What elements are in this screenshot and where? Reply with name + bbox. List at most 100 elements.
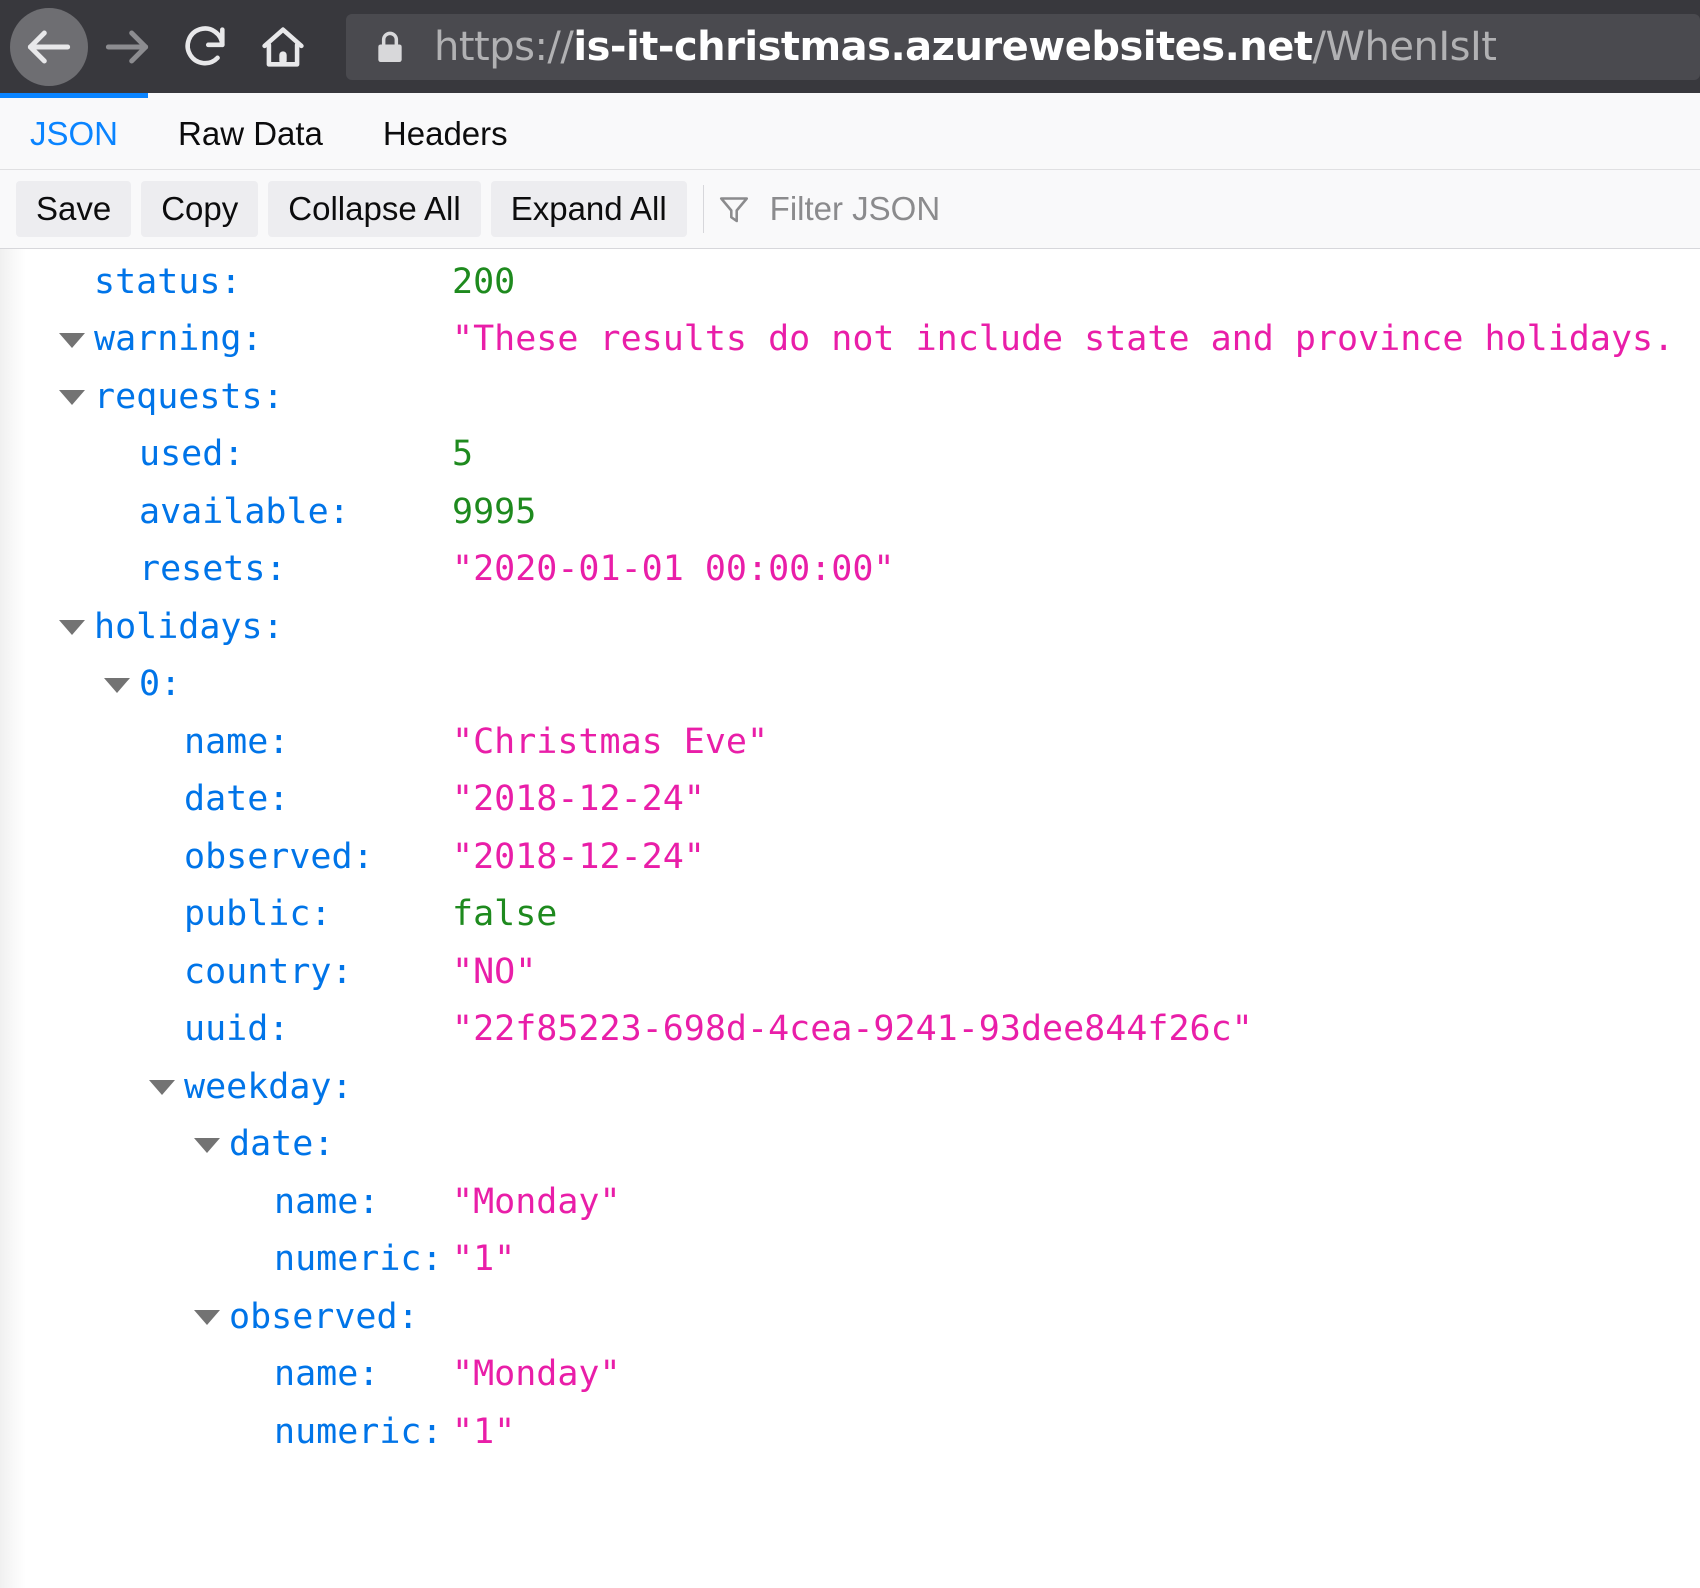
json-row[interactable]: holidays: xyxy=(0,598,1700,656)
json-row-label: weekday: xyxy=(0,1067,353,1107)
json-key: numeric: xyxy=(274,1411,443,1452)
json-value: 200 xyxy=(452,261,516,302)
json-key: available: xyxy=(139,491,350,532)
browser-window: https://is-it-christmas.azurewebsites.ne… xyxy=(0,0,1700,1588)
home-icon xyxy=(257,21,309,73)
json-row[interactable]: 0: xyxy=(0,656,1700,714)
json-key: observed: xyxy=(229,1296,419,1337)
json-key: numeric: xyxy=(274,1239,443,1280)
tab-json[interactable]: JSON xyxy=(0,93,149,169)
json-row-label: name: xyxy=(0,1182,379,1222)
json-row-label: name: xyxy=(0,1354,379,1394)
tab-raw-data[interactable]: Raw Data xyxy=(148,93,353,169)
json-key: 0: xyxy=(139,664,182,705)
json-key: date: xyxy=(184,779,290,820)
json-row[interactable]: public: false xyxy=(0,886,1700,944)
json-row[interactable]: requests: xyxy=(0,368,1700,426)
json-key: uuid: xyxy=(184,1009,290,1050)
json-key: used: xyxy=(139,434,245,475)
expand-triangle-icon[interactable] xyxy=(104,677,130,693)
json-row[interactable]: weekday: xyxy=(0,1058,1700,1116)
json-value: "1" xyxy=(452,1411,516,1452)
json-key: status: xyxy=(94,261,242,302)
expand-all-button[interactable]: Expand All xyxy=(490,181,687,237)
json-row-label: name: xyxy=(0,722,289,762)
json-key: holidays: xyxy=(94,606,284,647)
json-row[interactable]: resets: "2020-01-01 00:00:00" xyxy=(0,541,1700,599)
json-rows: status: 200 warning: "These results do not … xyxy=(0,249,1700,1461)
json-key: country: xyxy=(184,951,353,992)
json-row[interactable]: name: "Monday" xyxy=(0,1346,1700,1404)
json-key: name: xyxy=(274,1181,380,1222)
navigation-toolbar: https://is-it-christmas.azurewebsites.ne… xyxy=(0,0,1700,93)
json-row[interactable]: numeric: "1" xyxy=(0,1403,1700,1461)
json-key: warning: xyxy=(94,319,263,360)
reload-button[interactable] xyxy=(166,8,244,86)
json-row[interactable]: uuid: "22f85223-698d-4cea-9241-93dee844f2… xyxy=(0,1001,1700,1059)
json-key: resets: xyxy=(139,549,287,590)
reload-icon xyxy=(179,21,231,73)
json-value: "1" xyxy=(452,1239,516,1280)
url-scheme: https:// xyxy=(434,23,574,70)
json-toolbar: Save Copy Collapse All Expand All Filter… xyxy=(0,170,1700,249)
json-row-label: 0: xyxy=(0,664,181,704)
json-row[interactable]: observed: "2018-12-24" xyxy=(0,828,1700,886)
json-value: 5 xyxy=(452,434,474,475)
expand-triangle-icon[interactable] xyxy=(59,332,85,348)
json-row-label: numeric: xyxy=(0,1412,443,1452)
json-row[interactable]: date: xyxy=(0,1116,1700,1174)
json-row[interactable]: date: "2018-12-24" xyxy=(0,771,1700,829)
json-value: "NO" xyxy=(452,951,537,992)
json-row-label: status: xyxy=(0,262,242,302)
viewer-tabs: JSON Raw Data Headers xyxy=(0,93,1700,170)
json-row[interactable]: country: "NO" xyxy=(0,943,1700,1001)
url-path: /WhenIsIt xyxy=(1312,23,1497,70)
json-key: public: xyxy=(184,894,332,935)
json-value: false xyxy=(452,894,558,935)
json-row-label: public: xyxy=(0,894,332,934)
tab-headers[interactable]: Headers xyxy=(353,93,538,169)
json-value: 9995 xyxy=(452,491,537,532)
filter-placeholder-text: Filter JSON xyxy=(769,190,941,227)
collapse-all-button[interactable]: Collapse All xyxy=(268,181,481,237)
url-text: https://is-it-christmas.azurewebsites.ne… xyxy=(434,23,1497,70)
json-row[interactable]: numeric: "1" xyxy=(0,1231,1700,1289)
json-value: "These results do not include state and … xyxy=(452,319,1675,360)
expand-triangle-icon[interactable] xyxy=(59,620,85,636)
expand-triangle-icon[interactable] xyxy=(59,390,85,406)
save-button[interactable]: Save xyxy=(16,181,132,237)
expand-triangle-icon[interactable] xyxy=(194,1137,220,1153)
home-button[interactable] xyxy=(244,8,322,86)
json-key: date: xyxy=(229,1124,335,1165)
json-tree-panel[interactable]: status: 200 warning: "These results do not … xyxy=(0,249,1700,1588)
json-row-label: numeric: xyxy=(0,1239,443,1279)
back-button[interactable] xyxy=(10,7,88,86)
json-value: "Monday" xyxy=(452,1181,621,1222)
json-row-label: uuid: xyxy=(0,1009,289,1049)
json-row-label: requests: xyxy=(0,377,284,417)
json-row[interactable]: available: 9995 xyxy=(0,483,1700,541)
json-row[interactable]: name: "Monday" xyxy=(0,1173,1700,1231)
json-row-label: used: xyxy=(0,434,244,474)
forward-button[interactable] xyxy=(88,8,166,86)
url-host: is-it-christmas.azurewebsites.net xyxy=(573,23,1313,70)
copy-button[interactable]: Copy xyxy=(141,181,259,237)
json-key: observed: xyxy=(184,836,374,877)
json-row[interactable]: used: 5 xyxy=(0,426,1700,484)
json-row[interactable]: name: "Christmas Eve" xyxy=(0,713,1700,771)
json-value: "Monday" xyxy=(452,1354,621,1395)
json-row[interactable]: status: 200 xyxy=(0,253,1700,311)
json-key: name: xyxy=(184,721,290,762)
json-key: requests: xyxy=(94,376,284,417)
expand-triangle-icon[interactable] xyxy=(194,1310,220,1326)
json-row-label: date: xyxy=(0,779,289,819)
funnel-icon xyxy=(716,191,752,227)
filter-json-input[interactable]: Filter JSON xyxy=(716,181,1684,237)
lock-icon xyxy=(370,27,410,67)
url-bar[interactable]: https://is-it-christmas.azurewebsites.ne… xyxy=(346,13,1700,80)
json-value: "22f85223-698d-4cea-9241-93dee844f26c" xyxy=(452,1009,1253,1050)
json-row-label: available: xyxy=(0,492,350,532)
json-row[interactable]: warning: "These results do not include st… xyxy=(0,311,1700,369)
json-row[interactable]: observed: xyxy=(0,1288,1700,1346)
expand-triangle-icon[interactable] xyxy=(149,1080,175,1096)
